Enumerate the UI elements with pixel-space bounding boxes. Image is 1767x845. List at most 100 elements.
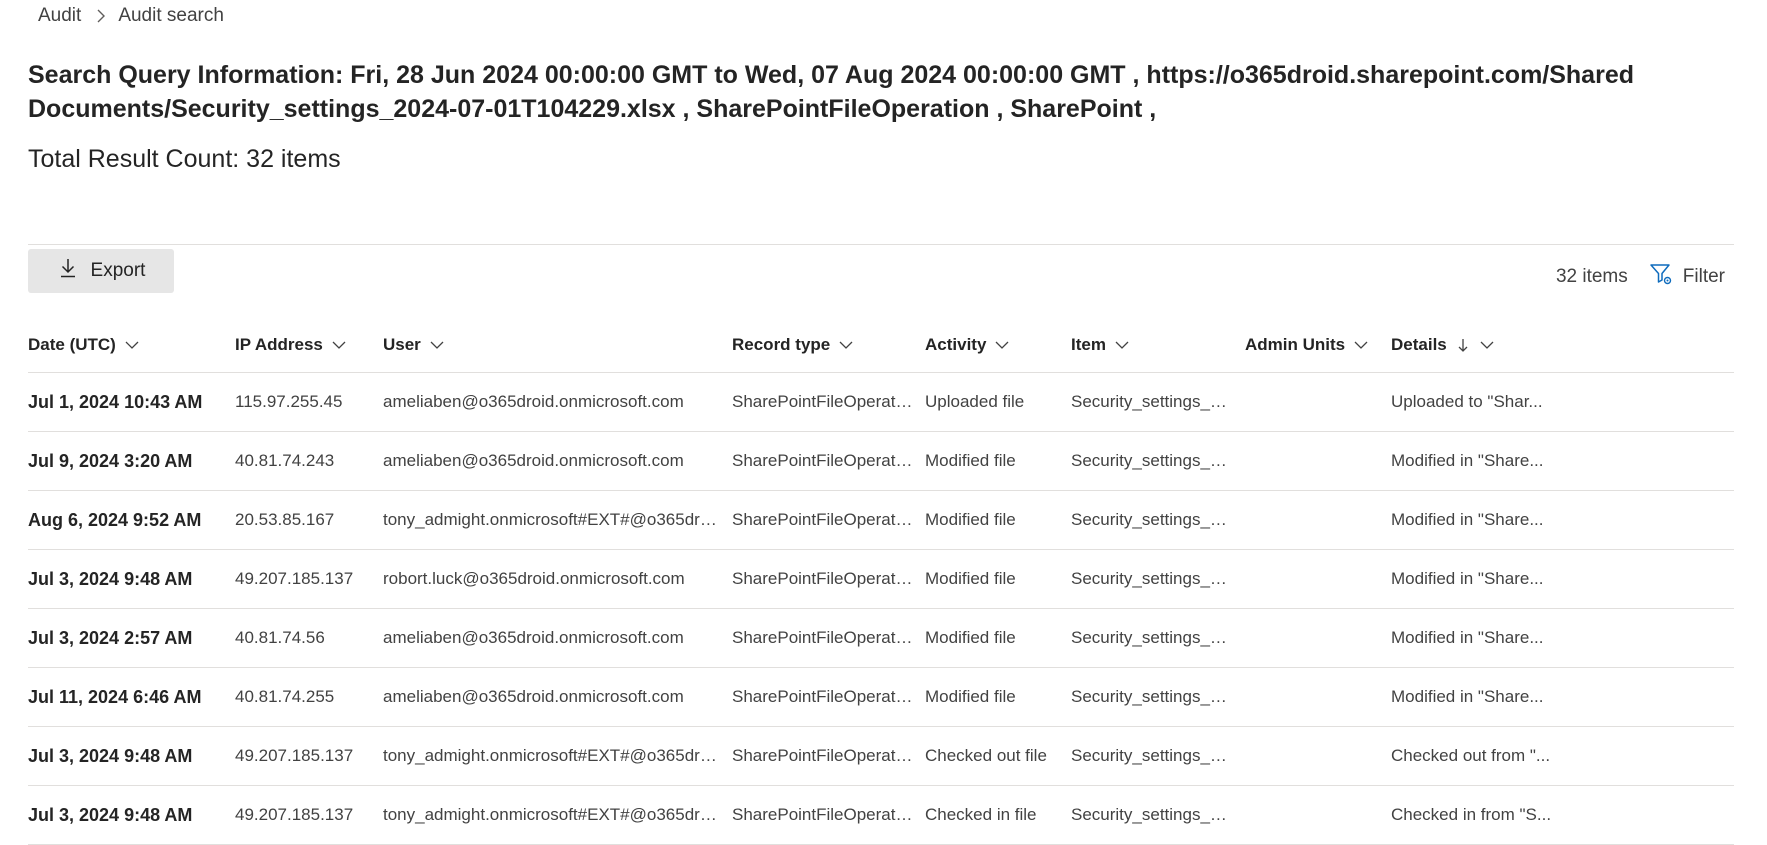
cell-record-type: SharePointFileOperation bbox=[732, 431, 925, 491]
cell-record-type: SharePointFileOperation bbox=[732, 490, 925, 550]
table-body: Jul 1, 2024 10:43 AM 115.97.255.45 ameliab… bbox=[28, 372, 1734, 845]
cell-date: Jul 3, 2024 2:57 AM bbox=[28, 608, 235, 668]
cell-user: tony_admight.onmicrosoft#EXT#@o365droid.… bbox=[383, 490, 732, 550]
cell-record-type: SharePointFileOperation bbox=[732, 372, 925, 432]
cell-record-type: SharePointFileOperation bbox=[732, 726, 925, 786]
breadcrumb-current: Audit search bbox=[118, 5, 224, 26]
table-row[interactable]: Jul 3, 2024 2:57 AM 40.81.74.56 ameliaben@… bbox=[28, 608, 1734, 668]
column-header-activity[interactable]: Activity bbox=[925, 318, 1071, 373]
filter-settings-icon bbox=[1648, 261, 1674, 293]
cell-item: Security_settings_2024-... bbox=[1071, 785, 1245, 845]
export-button[interactable]: Export bbox=[28, 249, 174, 293]
cell-ip: 40.81.74.255 bbox=[235, 667, 383, 727]
cell-activity: Modified file bbox=[925, 667, 1071, 727]
cell-item: Security_settings_2024-... bbox=[1071, 490, 1245, 550]
cell-date: Jul 3, 2024 9:48 AM bbox=[28, 726, 235, 786]
cell-user: ameliaben@o365droid.onmicrosoft.com bbox=[383, 608, 732, 668]
chevron-down-icon bbox=[125, 341, 139, 349]
chevron-down-icon bbox=[995, 341, 1009, 349]
cell-user: tony_admight.onmicrosoft#EXT#@o365droid.… bbox=[383, 726, 732, 786]
cell-record-type: SharePointFileOperation bbox=[732, 667, 925, 727]
cell-date: Jul 11, 2024 6:46 AM bbox=[28, 667, 235, 727]
table-row[interactable]: Jul 3, 2024 9:48 AM 49.207.185.137 tony_ad… bbox=[28, 726, 1734, 786]
column-header-details[interactable]: Details bbox=[1391, 318, 1734, 373]
cell-ip: 20.53.85.167 bbox=[235, 490, 383, 550]
table-row[interactable]: Jul 1, 2024 10:43 AM 115.97.255.45 ameliab… bbox=[28, 372, 1734, 432]
column-header-admin-units[interactable]: Admin Units bbox=[1245, 318, 1391, 373]
cell-ip: 40.81.74.56 bbox=[235, 608, 383, 668]
cell-details: Modified in "Share... bbox=[1391, 667, 1734, 727]
cell-admin-units bbox=[1245, 608, 1391, 668]
cell-activity: Modified file bbox=[925, 431, 1071, 491]
download-icon bbox=[57, 257, 79, 285]
cell-activity: Uploaded file bbox=[925, 372, 1071, 432]
breadcrumb: Audit Audit search bbox=[38, 4, 224, 28]
toolbar-right: 32 items Filter bbox=[1556, 262, 1725, 292]
cell-item: Security_settings_2024-... bbox=[1071, 549, 1245, 609]
cell-details: Checked out from "... bbox=[1391, 726, 1734, 786]
chevron-right-icon bbox=[95, 9, 107, 23]
cell-admin-units bbox=[1245, 667, 1391, 727]
table-row[interactable]: Jul 3, 2024 9:48 AM 49.207.185.137 robort.… bbox=[28, 549, 1734, 609]
cell-item: Security_settings_2024-... bbox=[1071, 372, 1245, 432]
table-row[interactable]: Jul 11, 2024 6:46 AM 40.81.74.255 ameliabe… bbox=[28, 667, 1734, 727]
cell-user: ameliaben@o365droid.onmicrosoft.com bbox=[383, 372, 732, 432]
cell-record-type: SharePointFileOperation bbox=[732, 785, 925, 845]
cell-user: robort.luck@o365droid.onmicrosoft.com bbox=[383, 549, 732, 609]
table-row[interactable]: Jul 3, 2024 9:48 AM 49.207.185.137 tony_ad… bbox=[28, 785, 1734, 845]
cell-ip: 49.207.185.137 bbox=[235, 785, 383, 845]
column-header-date[interactable]: Date (UTC) bbox=[28, 318, 235, 373]
column-header-record-type[interactable]: Record type bbox=[732, 318, 925, 373]
cell-item: Security_settings_2024-... bbox=[1071, 726, 1245, 786]
audit-results-table: Date (UTC) IP Address User Record type A… bbox=[28, 318, 1734, 845]
table-row[interactable]: Aug 6, 2024 9:52 AM 20.53.85.167 tony_admi… bbox=[28, 490, 1734, 550]
cell-admin-units bbox=[1245, 431, 1391, 491]
cell-user: ameliaben@o365droid.onmicrosoft.com bbox=[383, 667, 732, 727]
cell-date: Jul 3, 2024 9:48 AM bbox=[28, 785, 235, 845]
cell-record-type: SharePointFileOperation bbox=[732, 608, 925, 668]
chevron-down-icon bbox=[430, 341, 444, 349]
column-header-ip-address[interactable]: IP Address bbox=[235, 318, 383, 373]
sort-descending-arrow-icon bbox=[1458, 339, 1468, 352]
cell-date: Jul 3, 2024 9:48 AM bbox=[28, 549, 235, 609]
cell-details: Uploaded to "Shar... bbox=[1391, 372, 1734, 432]
total-result-count: Total Result Count: 32 items bbox=[28, 145, 341, 173]
filter-label: Filter bbox=[1682, 266, 1725, 287]
cell-details: Modified in "Share... bbox=[1391, 490, 1734, 550]
breadcrumb-audit-link[interactable]: Audit bbox=[38, 5, 81, 27]
cell-user: ameliaben@o365droid.onmicrosoft.com bbox=[383, 431, 732, 491]
column-header-item[interactable]: Item bbox=[1071, 318, 1245, 373]
cell-details: Modified in "Share... bbox=[1391, 431, 1734, 491]
export-label: Export bbox=[90, 260, 146, 281]
chevron-down-icon bbox=[1354, 341, 1368, 349]
cell-activity: Modified file bbox=[925, 549, 1071, 609]
cell-ip: 49.207.185.137 bbox=[235, 726, 383, 786]
items-count: 32 items bbox=[1555, 266, 1628, 287]
cell-admin-units bbox=[1245, 785, 1391, 845]
table-header-row: Date (UTC) IP Address User Record type A… bbox=[28, 318, 1734, 373]
filter-button[interactable]: Filter bbox=[1648, 261, 1725, 293]
chevron-down-icon bbox=[1115, 341, 1129, 349]
chevron-down-icon bbox=[1480, 341, 1494, 349]
cell-details: Modified in "Share... bbox=[1391, 608, 1734, 668]
cell-item: Security_settings_2024-... bbox=[1071, 608, 1245, 668]
toolbar-divider bbox=[28, 244, 1734, 245]
cell-date: Jul 1, 2024 10:43 AM bbox=[28, 372, 235, 432]
cell-admin-units bbox=[1245, 726, 1391, 786]
cell-ip: 49.207.185.137 bbox=[235, 549, 383, 609]
cell-user: tony_admight.onmicrosoft#EXT#@o365droid.… bbox=[383, 785, 732, 845]
cell-admin-units bbox=[1245, 372, 1391, 432]
cell-item: Security_settings_2024-... bbox=[1071, 431, 1245, 491]
cell-activity: Modified file bbox=[925, 608, 1071, 668]
cell-admin-units bbox=[1245, 490, 1391, 550]
cell-record-type: SharePointFileOperation bbox=[732, 549, 925, 609]
cell-ip: 40.81.74.243 bbox=[235, 431, 383, 491]
column-header-user[interactable]: User bbox=[383, 318, 732, 373]
cell-activity: Checked out file bbox=[925, 726, 1071, 786]
cell-activity: Modified file bbox=[925, 490, 1071, 550]
cell-admin-units bbox=[1245, 549, 1391, 609]
cell-details: Modified in "Share... bbox=[1391, 549, 1734, 609]
table-row[interactable]: Jul 9, 2024 3:20 AM 40.81.74.243 ameliaben… bbox=[28, 431, 1734, 491]
cell-item: Security_settings_2024-... bbox=[1071, 667, 1245, 727]
chevron-down-icon bbox=[332, 341, 346, 349]
